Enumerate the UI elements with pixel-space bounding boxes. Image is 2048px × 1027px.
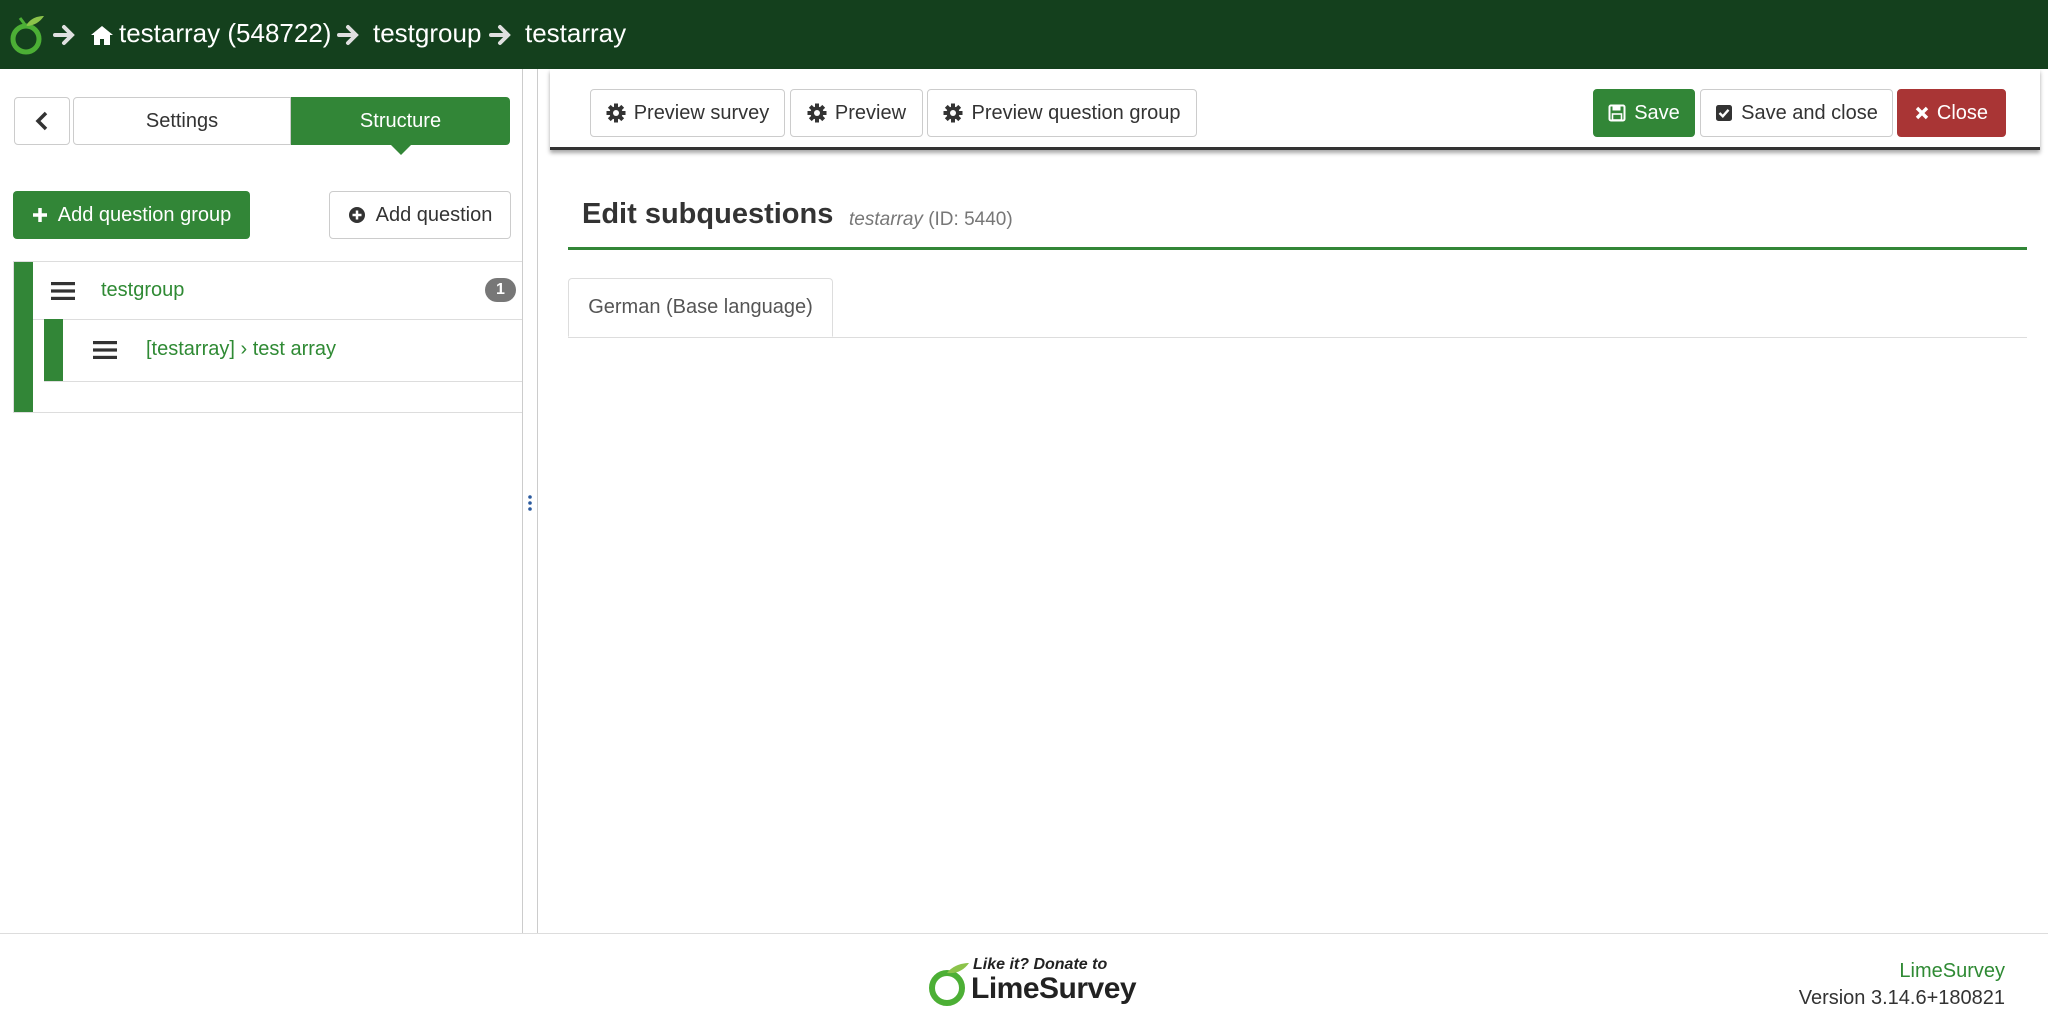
- arrow-right-icon: [53, 25, 75, 45]
- question-group-name[interactable]: testgroup: [101, 279, 184, 302]
- plus-icon: [32, 208, 47, 222]
- tab-german-base-language[interactable]: German (Base language): [568, 278, 833, 337]
- add-question-group-button[interactable]: Add question group: [13, 191, 250, 239]
- close-button[interactable]: Close: [1897, 89, 2006, 137]
- add-question-label: Add question: [375, 203, 493, 226]
- question-item-label[interactable]: [testarray] › test array: [146, 338, 336, 361]
- save-button[interactable]: Save: [1593, 89, 1695, 137]
- donate-brand: LimeSurvey: [971, 972, 1137, 1005]
- preview-question-group-label: Preview question group: [971, 101, 1181, 124]
- breadcrumb-question[interactable]: testarray: [525, 18, 626, 49]
- gear-icon: [807, 103, 827, 123]
- save-label: Save: [1634, 101, 1680, 124]
- question-group-tree: testgroup 1 [testarray] › test array: [13, 261, 536, 413]
- arrow-right-icon: [489, 25, 511, 45]
- breadcrumb-group[interactable]: testgroup: [373, 18, 481, 49]
- limesurvey-link[interactable]: LimeSurvey: [1899, 960, 2005, 983]
- close-icon: [1915, 106, 1929, 120]
- arrow-right-icon: [337, 25, 359, 45]
- top-navbar: testarray (548722) testgroup testarray: [0, 0, 2048, 69]
- question-count-badge: 1: [485, 278, 516, 302]
- donate-banner[interactable]: Like it? Donate to LimeSurvey: [925, 952, 1137, 1008]
- gear-icon: [943, 103, 963, 123]
- preview-survey-label: Preview survey: [633, 101, 770, 124]
- page-title: Edit subquestions: [582, 198, 834, 230]
- question-indicator: [44, 319, 63, 381]
- preview-survey-button[interactable]: Preview survey: [590, 89, 785, 137]
- vertical-ellipsis-icon: [528, 495, 532, 511]
- drag-handle-icon[interactable]: [93, 340, 117, 360]
- save-and-close-button[interactable]: Save and close: [1700, 89, 1893, 137]
- preview-question-group-button[interactable]: Preview question group: [927, 89, 1197, 137]
- save-and-close-label: Save and close: [1741, 101, 1878, 124]
- close-label: Close: [1936, 101, 1989, 124]
- drag-handle-icon[interactable]: [51, 281, 75, 301]
- footer: Like it? Donate to LimeSurvey LimeSurvey…: [0, 933, 2048, 1027]
- question-group-item[interactable]: testgroup 1: [33, 262, 536, 320]
- limesurvey-logo-icon: [929, 963, 969, 1006]
- question-id: (ID: 5440): [928, 209, 1013, 230]
- question-item[interactable]: [testarray] › test array: [44, 319, 523, 382]
- add-question-group-label: Add question group: [57, 203, 232, 226]
- preview-label: Preview: [834, 101, 907, 124]
- sidebar: Settings Structure Add question group Ad…: [0, 69, 536, 933]
- tab-settings[interactable]: Settings: [73, 97, 291, 145]
- page-subtitle: testarray (ID: 5440): [849, 209, 1013, 231]
- add-question-button[interactable]: Add question: [329, 191, 511, 239]
- language-tabs: German (Base language): [568, 278, 2027, 338]
- version-text: Version 3.14.6+180821: [1798, 987, 2005, 1009]
- home-icon[interactable]: [90, 24, 114, 46]
- page-header: Edit subquestions testarray (ID: 5440): [568, 197, 2027, 250]
- plus-circle-icon: [348, 207, 365, 223]
- question-toolbar: Preview survey Preview Preview question …: [550, 69, 2040, 150]
- chevron-left-icon: [35, 111, 48, 131]
- limesurvey-logo-icon[interactable]: [10, 14, 46, 56]
- tab-structure[interactable]: Structure: [291, 97, 510, 155]
- check-square-icon: [1716, 105, 1733, 121]
- sidebar-resize-handle[interactable]: [522, 69, 538, 933]
- question-code: testarray: [849, 209, 923, 230]
- gear-icon: [606, 103, 626, 123]
- breadcrumb-survey[interactable]: testarray (548722): [119, 18, 331, 49]
- preview-button[interactable]: Preview: [790, 89, 923, 137]
- floppy-disk-icon: [1608, 104, 1626, 122]
- collapse-sidebar-button[interactable]: [14, 97, 70, 145]
- group-indicator: [14, 262, 33, 412]
- main-content: Preview survey Preview Preview question …: [538, 69, 2048, 933]
